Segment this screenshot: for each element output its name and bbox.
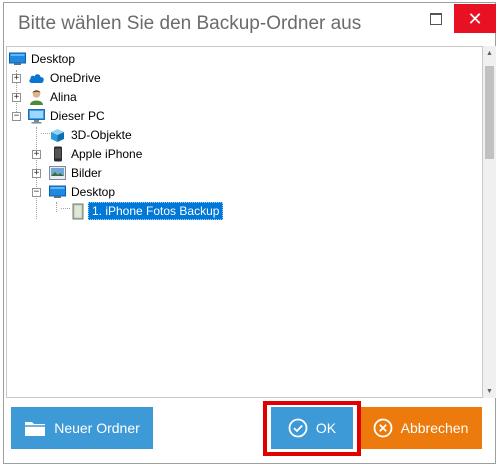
expand-toggle[interactable]: +: [12, 74, 21, 83]
tree-node-label: 3D-Objekte: [71, 128, 132, 142]
scroll-up-arrow-icon[interactable]: ▲: [483, 46, 496, 60]
folder-tree[interactable]: Desktop + OneDrive + Alina − Dieser PC 3…: [6, 46, 483, 398]
pictures-icon: [49, 166, 66, 181]
tree-node-label: Desktop: [31, 52, 76, 66]
scroll-thumb[interactable]: [485, 66, 494, 159]
tree-node-label: 1. iPhone Fotos Backup: [88, 202, 224, 220]
tree-node-desktop[interactable]: Desktop: [49, 183, 118, 201]
scroll-down-arrow-icon[interactable]: ▼: [483, 384, 496, 398]
desktop-folder-icon: [49, 185, 66, 200]
close-button[interactable]: ✕: [454, 4, 496, 33]
tree-node-desktop-root[interactable]: Desktop: [9, 50, 78, 68]
cube-icon: [49, 128, 66, 143]
tree-node-label: Bilder: [71, 166, 102, 180]
maximize-icon: [430, 13, 442, 25]
tree-connector: [36, 195, 37, 219]
folder-icon: [24, 419, 46, 437]
ok-highlight-frame: [263, 401, 361, 456]
expand-toggle[interactable]: +: [32, 169, 41, 178]
user-icon: [28, 90, 45, 105]
desktop-folder-icon: [9, 52, 26, 67]
computer-icon: [28, 108, 45, 124]
tree-node-label: Apple iPhone: [71, 147, 143, 161]
expand-toggle[interactable]: +: [32, 150, 41, 159]
tree-node-alina[interactable]: Alina: [28, 88, 80, 106]
tree-node-iphone-fotos-backup[interactable]: 1. iPhone Fotos Backup: [69, 202, 224, 220]
new-folder-label: Neuer Ordner: [54, 420, 140, 436]
tree-connector: [36, 127, 37, 195]
close-icon: ✕: [467, 8, 483, 29]
cloud-icon: [28, 71, 45, 86]
dialog-title: Bitte wählen Sie den Backup-Ordner aus: [18, 13, 362, 34]
tree-node-bilder[interactable]: Bilder: [49, 164, 105, 182]
tree-node-label: Alina: [50, 90, 77, 104]
collapse-toggle[interactable]: −: [32, 188, 41, 197]
tree-node-3d-objekte[interactable]: 3D-Objekte: [49, 126, 135, 144]
tree-node-label: OneDrive: [50, 71, 101, 85]
cancel-button[interactable]: Abbrechen: [359, 407, 482, 449]
maximize-button[interactable]: [423, 8, 449, 30]
vertical-scrollbar[interactable]: ▲ ▼: [483, 46, 496, 398]
cancel-circle-icon: [373, 418, 393, 438]
cancel-label: Abbrechen: [400, 420, 469, 436]
tree-node-dieser-pc[interactable]: Dieser PC: [28, 107, 108, 125]
new-folder-button[interactable]: Neuer Ordner: [11, 407, 153, 449]
tree-node-label: Desktop: [71, 185, 116, 199]
dialog-window: Bitte wählen Sie den Backup-Ordner aus ✕…: [3, 2, 496, 464]
expand-toggle[interactable]: +: [12, 93, 21, 102]
tree-connector: [56, 202, 57, 212]
phone-icon: [49, 146, 66, 162]
folder-icon: [69, 203, 86, 219]
tree-node-label: Dieser PC: [50, 109, 105, 123]
collapse-toggle[interactable]: −: [12, 112, 21, 121]
tree-node-apple-iphone[interactable]: Apple iPhone: [49, 145, 145, 163]
tree-node-onedrive[interactable]: OneDrive: [28, 69, 104, 87]
